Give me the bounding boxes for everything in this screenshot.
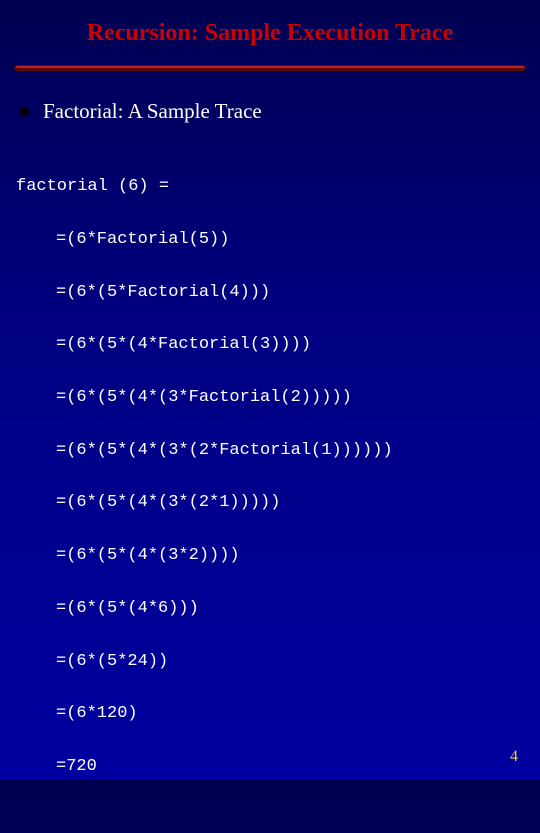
code-line: factorial (6) = (16, 174, 540, 200)
code-line: =(6*(5*(4*(3*(2*1))))) (16, 490, 540, 516)
code-line: =(6*(5*24)) (16, 649, 540, 675)
code-line: =(6*120) (16, 701, 540, 727)
code-line: =(6*(5*(4*(3*Factorial(2))))) (16, 385, 540, 411)
code-line: =720 (16, 754, 540, 780)
code-line: =(6*(5*Factorial(4))) (16, 280, 540, 306)
title-underline (0, 65, 540, 71)
code-line: =(6*Factorial(5)) (16, 227, 540, 253)
bullet-item: Factorial: A Sample Trace (0, 71, 540, 142)
code-line: =(6*(5*(4*Factorial(3)))) (16, 332, 540, 358)
slide: Recursion: Sample Execution Trace Factor… (0, 0, 540, 780)
code-trace: factorial (6) = =(6*Factorial(5)) =(6*(5… (0, 142, 540, 833)
page-number: 4 (510, 748, 518, 766)
code-line: =(6*(5*(4*(3*2)))) (16, 543, 540, 569)
code-line: =(6*(5*(4*(3*(2*Factorial(1)))))) (16, 438, 540, 464)
code-line: =(6*(5*(4*6))) (16, 596, 540, 622)
bullet-text: Factorial: A Sample Trace (43, 99, 262, 124)
slide-title: Recursion: Sample Execution Trace (0, 20, 540, 57)
bullet-dot-icon (20, 107, 29, 116)
